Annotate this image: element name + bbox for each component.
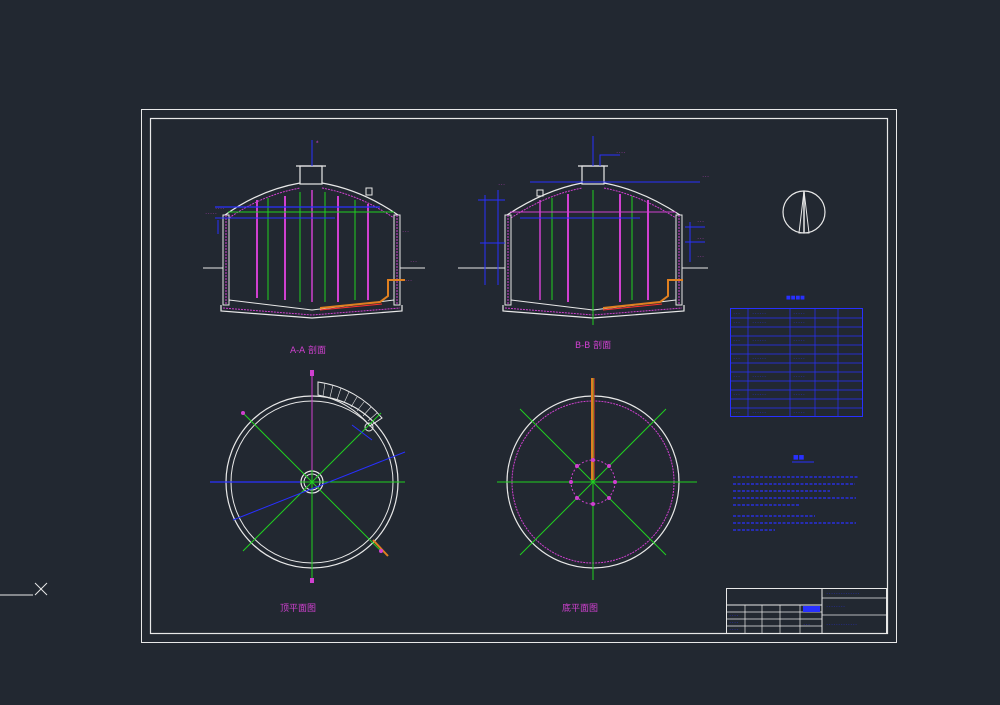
svg-text:-----: ----- (793, 392, 805, 397)
svg-text:-----: ----- (793, 320, 805, 325)
svg-text:---: --- (402, 229, 409, 234)
section-bb-drawing[interactable]: ---- --- --- --- --- --- (458, 136, 709, 325)
svg-text:-----: ----- (793, 374, 805, 379)
svg-text:---: --- (733, 374, 740, 379)
svg-text:-----: ----- (793, 311, 805, 316)
drawing-canvas[interactable]: ± ----- ---- --- --- --- A-A 剖面 ---- ---… (0, 0, 1000, 705)
sheet-outer-frame (141, 109, 897, 643)
svg-text:----: ---- (729, 627, 739, 632)
svg-text:------: ------ (752, 338, 766, 343)
svg-text:±: ± (316, 139, 319, 144)
section-aa-drawing[interactable]: ± ----- ---- --- --- --- (203, 139, 425, 319)
sheet-inner-frame (149, 117, 889, 635)
svg-text:--------: -------- (826, 604, 845, 609)
top-plan-drawing[interactable] (210, 370, 406, 583)
svg-text:---: --- (733, 311, 740, 316)
svg-text:------: ------ (752, 410, 766, 415)
svg-text:------: ------ (752, 392, 766, 397)
north-arrow-icon (782, 190, 826, 234)
title-block[interactable]: -------------- -------- ------------- --… (726, 588, 887, 634)
svg-text:--------------: -------------- (826, 591, 860, 596)
svg-text:---: --- (410, 259, 417, 264)
svg-text:■■: ■■ (793, 454, 805, 461)
svg-text:-----: ----- (205, 211, 217, 216)
svg-text:------: ------ (752, 356, 766, 361)
svg-text:------: ------ (752, 320, 766, 325)
svg-text:-----: ----- (793, 338, 805, 343)
bottom-plan-title: 底平面图 (562, 602, 598, 614)
svg-text:---: --- (733, 410, 740, 415)
svg-text:-----: ----- (793, 410, 805, 415)
svg-text:----: ---- (215, 206, 225, 211)
ucs-crosshair-icon (0, 582, 48, 596)
svg-text:-----: ----- (793, 356, 805, 361)
svg-text:-------------: ------------- (826, 622, 857, 627)
svg-text:----: ---- (616, 150, 626, 155)
svg-text:------: ------ (752, 311, 766, 316)
svg-text:----: ---- (729, 613, 739, 618)
svg-text:---: --- (733, 392, 740, 397)
svg-text:---: --- (702, 174, 709, 179)
section-aa-title: A-A 剖面 (290, 344, 326, 356)
notes-block: ■■ (733, 454, 858, 531)
bottom-plan-drawing[interactable] (497, 378, 697, 580)
svg-text:---: --- (697, 254, 704, 259)
section-bb-title: B-B 剖面 (575, 339, 611, 351)
svg-text:---: --- (733, 320, 740, 325)
material-table[interactable]: ■■■■ --- ------ ----- --- ------ ----- --- --… (730, 295, 863, 417)
svg-text:------: ------ (752, 374, 766, 379)
svg-text:---: --- (498, 182, 505, 187)
svg-text:---: --- (803, 622, 810, 627)
top-plan-title: 顶平面图 (280, 603, 316, 614)
svg-text:---: --- (733, 356, 740, 361)
svg-text:---: --- (697, 236, 704, 241)
svg-text:---: --- (733, 338, 740, 343)
svg-text:---: --- (697, 219, 704, 224)
svg-text:---: --- (405, 278, 412, 283)
svg-text:■■■■: ■■■■ (786, 295, 805, 301)
svg-text:----: ---- (729, 620, 739, 625)
